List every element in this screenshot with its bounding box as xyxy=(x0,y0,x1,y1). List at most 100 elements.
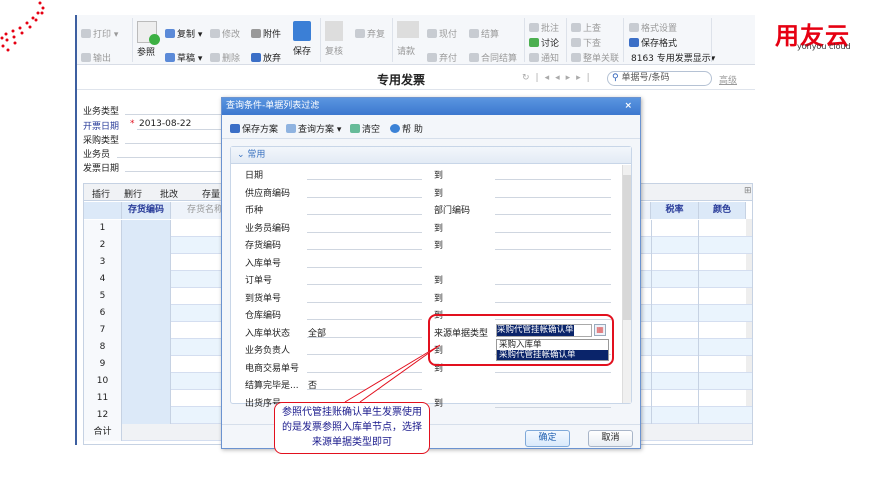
cell[interactable] xyxy=(122,220,171,237)
row-number: 1 xyxy=(84,220,122,237)
highlight-box xyxy=(428,314,614,366)
help-button[interactable]: 帮 助 xyxy=(390,122,423,135)
column-header[interactable]: 存货编码 xyxy=(122,202,171,219)
cell[interactable] xyxy=(651,390,699,407)
attach-button[interactable]: 附件 xyxy=(251,27,281,40)
save-format-button[interactable]: 保存格式 xyxy=(629,36,677,49)
row-number: 10 xyxy=(84,373,122,390)
copy-button[interactable]: 复制 ▾ xyxy=(165,27,202,40)
abandon-review-button[interactable]: 弃复 xyxy=(355,27,385,40)
filter-input-line xyxy=(307,336,422,338)
contract-settle-button[interactable]: 合同结算 xyxy=(469,51,517,64)
cell[interactable] xyxy=(122,373,171,390)
cell[interactable] xyxy=(651,254,699,271)
stock-button[interactable]: 存量 xyxy=(202,187,220,200)
paperclip-icon xyxy=(251,29,261,38)
invoice-date-input[interactable]: 2013-08-22 xyxy=(139,119,191,129)
annotate-button[interactable]: 批注 xyxy=(529,21,559,34)
cell[interactable] xyxy=(122,254,171,271)
doc-link-button[interactable]: 整单关联 xyxy=(571,51,619,64)
abandon-button[interactable]: 放弃 xyxy=(251,51,281,64)
expand-icon[interactable]: ⊞ xyxy=(744,186,752,196)
filter-input-line xyxy=(307,371,422,373)
filter-input-line xyxy=(495,231,611,233)
filter-input-line xyxy=(307,196,422,198)
format-select[interactable]: 8163 专用发票显示▾ xyxy=(631,51,715,64)
column-header[interactable]: 颜色 xyxy=(699,202,746,219)
cell[interactable] xyxy=(122,407,171,424)
title-bar: 专用发票 ↻|◂◂▸▸| ⚲ 单据号/条码 高级 xyxy=(77,67,755,89)
batch-edit-button[interactable]: 批改 xyxy=(160,187,178,200)
decorative-dots xyxy=(0,1,45,52)
request-button[interactable]: 请款 xyxy=(397,21,419,57)
delete-row-button[interactable]: 删行 xyxy=(124,187,142,200)
request-icon xyxy=(397,21,419,38)
cell[interactable] xyxy=(122,288,171,305)
search-input[interactable]: ⚲ 单据号/条码 xyxy=(607,71,712,86)
dialog-toolbar: 保存方案 查询方案 ▾ 清空 帮 助 xyxy=(222,115,640,139)
format-icon xyxy=(629,23,639,32)
discuss-button[interactable]: 讨论 xyxy=(529,36,559,49)
field-label: 业务类型 xyxy=(83,107,120,117)
advanced-link[interactable]: 高级 xyxy=(719,73,737,86)
cell[interactable] xyxy=(651,305,699,322)
cell[interactable] xyxy=(651,339,699,356)
section-header[interactable]: ⌄ 常用 xyxy=(231,147,631,164)
delete-button[interactable]: 删除 xyxy=(210,51,240,64)
export-button[interactable]: 输出 xyxy=(81,51,111,64)
field-label: 开票日期 xyxy=(83,122,120,132)
cell[interactable] xyxy=(122,237,171,254)
review-button[interactable]: 复核 xyxy=(325,21,343,57)
nav-buttons[interactable]: ↻|◂◂▸▸| xyxy=(522,73,596,83)
clear-button[interactable]: 清空 xyxy=(350,122,380,135)
cell[interactable] xyxy=(651,271,699,288)
insert-row-button[interactable]: 插行 xyxy=(92,187,110,200)
cell[interactable] xyxy=(651,356,699,373)
save-plan-button[interactable]: 保存方案 xyxy=(230,122,278,135)
cancel-button[interactable]: 取消 xyxy=(588,430,633,447)
settle-button[interactable]: 结算 xyxy=(469,27,499,40)
save-button[interactable]: 保存 xyxy=(293,21,311,57)
notify-button[interactable]: 通知 xyxy=(529,51,559,64)
cell[interactable] xyxy=(122,322,171,339)
filter-input-line xyxy=(307,354,422,355)
row-number: 9 xyxy=(84,356,122,373)
format-settings-button[interactable]: 格式设置 xyxy=(629,21,677,34)
cell[interactable] xyxy=(651,322,699,339)
down-query-button[interactable]: 下查 xyxy=(571,36,601,49)
filter-input-line xyxy=(307,266,422,268)
cell[interactable] xyxy=(651,220,699,237)
column-header[interactable]: 税率 xyxy=(651,202,699,219)
callout-note: 参照代管挂账确认单生发票使用的是发票参照入库单节点，选择来源单据类型即可 xyxy=(274,402,430,454)
review-icon xyxy=(325,21,343,41)
filter-label: 到货单号 xyxy=(245,293,282,304)
reference-button[interactable]: 参照 xyxy=(137,21,160,58)
filter-label: 到 xyxy=(434,188,444,199)
cash-pay-button[interactable]: 现付 xyxy=(427,27,457,40)
clear-icon xyxy=(350,124,360,133)
filter-label: 到 xyxy=(434,276,444,286)
ok-button[interactable]: 确定 xyxy=(525,430,570,447)
abandon-pay-button[interactable]: 弃付 xyxy=(427,51,457,64)
query-plan-button[interactable]: 查询方案 ▾ xyxy=(286,122,341,135)
filter-label: 入库单状态 xyxy=(245,328,291,339)
cell[interactable] xyxy=(651,407,699,424)
print-button[interactable]: 打印 ▾ xyxy=(81,27,118,40)
up-query-button[interactable]: 上查 xyxy=(571,21,601,34)
filter-label: 订单号 xyxy=(245,276,273,286)
cell[interactable] xyxy=(122,305,171,322)
filter-input-line xyxy=(307,231,422,233)
abandon-pay-icon xyxy=(427,53,437,62)
cell[interactable] xyxy=(122,339,171,356)
cell[interactable] xyxy=(122,390,171,407)
modify-button[interactable]: 修改 xyxy=(210,27,240,40)
cell[interactable] xyxy=(122,356,171,373)
printer-icon xyxy=(81,29,91,38)
cell[interactable] xyxy=(651,237,699,254)
cell[interactable] xyxy=(651,288,699,305)
cell[interactable] xyxy=(122,271,171,288)
draft-button[interactable]: 草稿 ▾ xyxy=(165,51,202,64)
cell[interactable] xyxy=(651,373,699,390)
panel-scrollbar[interactable] xyxy=(622,165,631,403)
close-icon[interactable]: × xyxy=(624,98,632,115)
